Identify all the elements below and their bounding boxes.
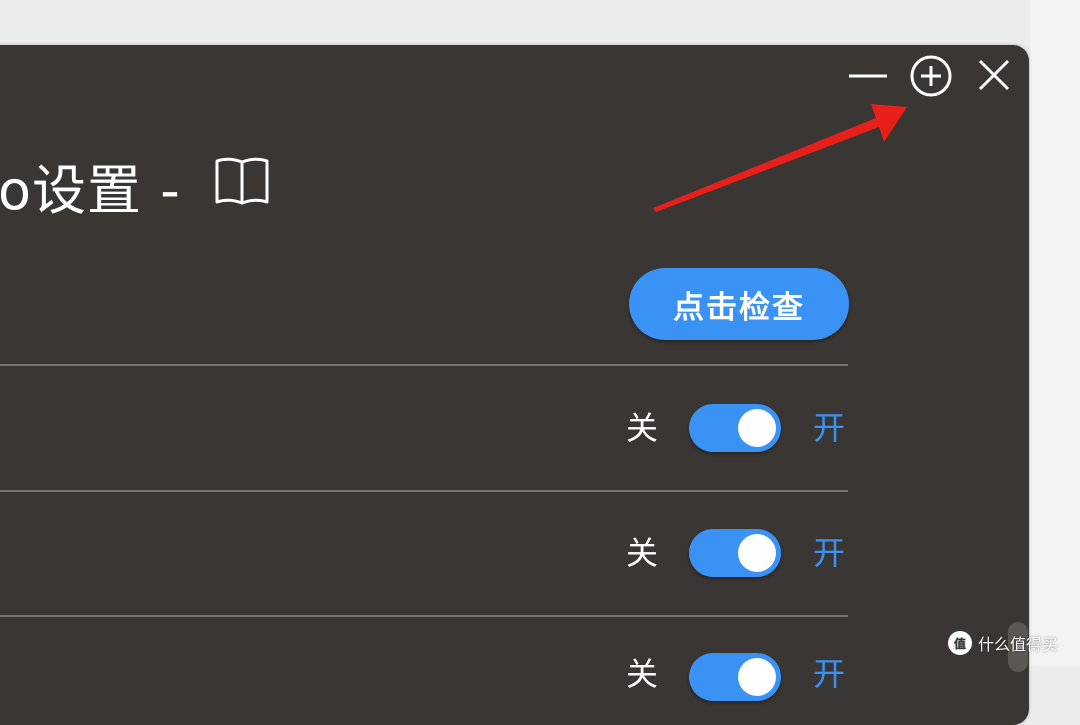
x-icon [978, 59, 1010, 91]
maximize-button[interactable] [905, 52, 955, 100]
toggle-off-label: 关 [625, 655, 658, 693]
toggle-off-label: 关 [625, 534, 658, 572]
window-title-text: o设置 - [0, 158, 181, 222]
toggle-on-label: 开 [812, 409, 845, 447]
book-svg [215, 157, 269, 205]
row-divider [0, 615, 848, 617]
close-button[interactable] [972, 52, 1016, 98]
toggle-on-label: 开 [812, 534, 845, 572]
watermark-text: 什么值得买 [978, 635, 1059, 654]
desktop-background [1030, 0, 1080, 666]
toggle-on-label: 开 [812, 655, 845, 693]
setting-toggle-2[interactable] [689, 529, 781, 577]
watermark-logo: 值 [948, 631, 972, 655]
circle-plus-icon [910, 55, 952, 97]
open-book-icon[interactable] [213, 155, 271, 207]
row-divider [0, 490, 848, 492]
row-divider [0, 364, 848, 366]
check-update-button[interactable]: 点击检查 [629, 268, 849, 340]
setting-toggle-3[interactable] [689, 653, 781, 701]
minus-icon [849, 74, 887, 78]
toggle-knob [738, 409, 776, 447]
watermark: 值 什么值得买 [948, 628, 1058, 658]
toggle-knob [738, 534, 776, 572]
setting-toggle-1[interactable] [689, 404, 781, 452]
window-title: o设置 - [0, 150, 181, 222]
minimize-button[interactable] [845, 56, 889, 96]
toggle-off-label: 关 [625, 409, 658, 447]
toggle-knob [738, 658, 776, 696]
